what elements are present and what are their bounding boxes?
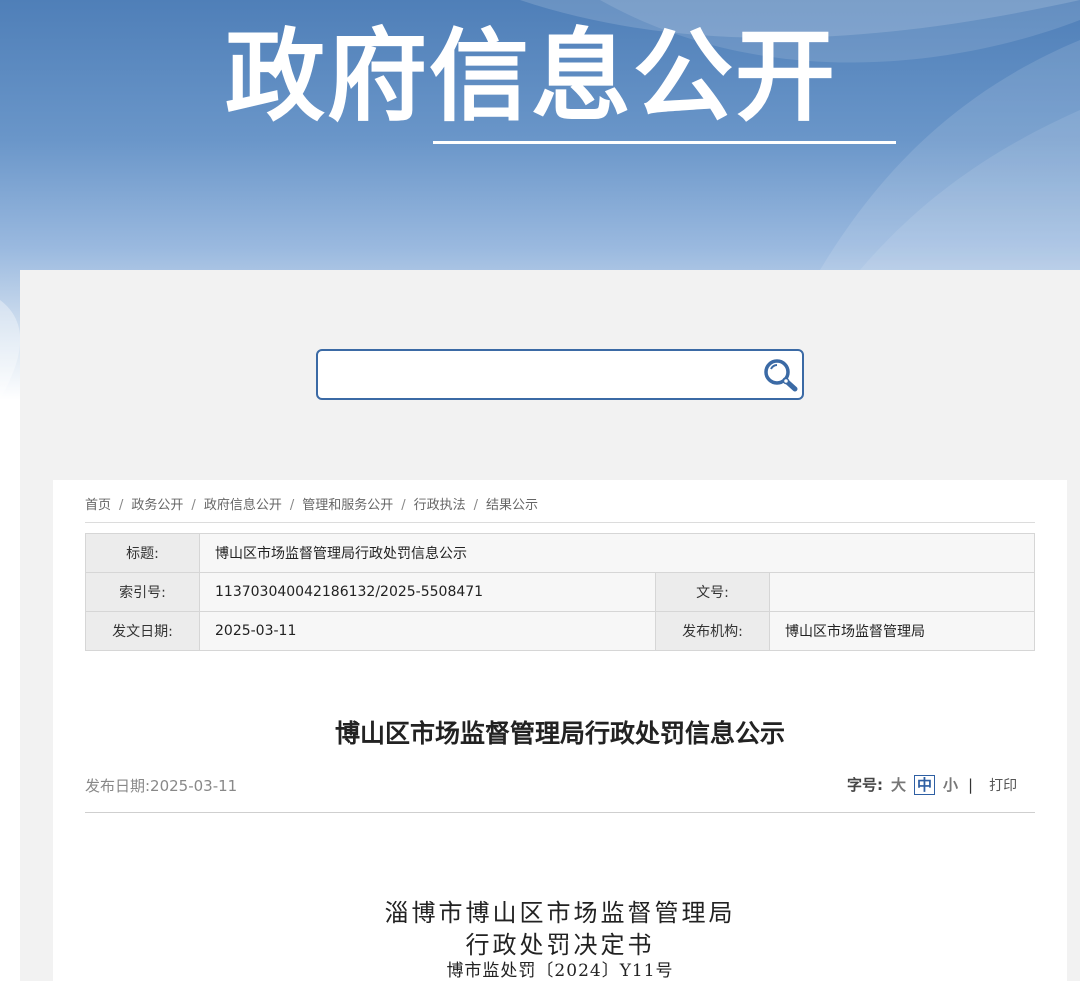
breadcrumb-separator: /: [119, 498, 124, 513]
document-heading-type: 行政处罚决定书: [465, 931, 655, 959]
breadcrumb-separator: /: [289, 498, 295, 513]
breadcrumb-separator: /: [401, 498, 406, 513]
meta-title-value: 博山区市场监督管理局行政处罚信息公示: [199, 533, 1035, 573]
meta-index-value: 113703040042186132/2025-5508471: [199, 572, 656, 612]
print-button[interactable]: 打印: [989, 775, 1017, 795]
breadcrumb-item-government-affairs[interactable]: 政务公开: [131, 494, 183, 513]
document-meta-table: 标题: 博山区市场监督管理局行政处罚信息公示 索引号: 113703040042…: [85, 533, 1035, 651]
breadcrumb: 首页 / 政务公开 / 政府信息公开 / 管理和服务公开 / 行政执法 / 结果公示: [85, 494, 538, 514]
meta-index-label: 索引号:: [85, 572, 200, 612]
meta-date-value: 2025-03-11: [199, 611, 656, 651]
breadcrumb-separator: /: [191, 498, 196, 513]
article-divider: [85, 812, 1035, 813]
breadcrumb-divider: [85, 522, 1035, 523]
meta-row-date: 发文日期: 2025-03-11 发布机构: 博山区市场监督管理局: [85, 611, 1035, 651]
breadcrumb-item-law-enforcement[interactable]: 行政执法: [414, 494, 466, 513]
breadcrumb-item-home[interactable]: 首页: [85, 494, 111, 513]
banner-underline: [433, 141, 896, 144]
meta-row-index: 索引号: 113703040042186132/2025-5508471 文号:: [85, 572, 1035, 612]
publish-date: 发布日期:2025-03-11: [85, 777, 238, 795]
font-size-control: 字号: 大 中 小 | 打印: [847, 774, 1017, 795]
search-box: [316, 349, 804, 400]
meta-date-label: 发文日期:: [85, 611, 200, 651]
font-size-large-button[interactable]: 大: [891, 774, 906, 795]
document-number: 博市监处罚〔2024〕Y11号: [446, 961, 674, 981]
font-size-small-button[interactable]: 小: [943, 774, 958, 795]
font-size-label: 字号:: [847, 776, 883, 794]
meta-org-label: 发布机构:: [655, 611, 770, 651]
meta-title-label: 标题:: [85, 533, 200, 573]
article-title: 博山区市场监督管理局行政处罚信息公示: [334, 719, 785, 748]
breadcrumb-separator: /: [473, 498, 479, 513]
breadcrumb-item-info-disclosure[interactable]: 政府信息公开: [204, 494, 282, 513]
meta-docno-label: 文号:: [655, 572, 770, 612]
font-size-medium-button[interactable]: 中: [914, 774, 936, 795]
document-heading-agency: 淄博市博山区市场监督管理局: [384, 899, 736, 927]
breadcrumb-item-results[interactable]: 结果公示: [486, 494, 538, 513]
font-control-divider: |: [968, 775, 974, 794]
banner-title: 政府信息公开: [225, 18, 837, 135]
meta-row-title: 标题: 博山区市场监督管理局行政处罚信息公示: [85, 533, 1035, 573]
search-icon[interactable]: [762, 357, 800, 393]
meta-docno-value: [769, 572, 1035, 612]
meta-org-value: 博山区市场监督管理局: [769, 611, 1035, 651]
breadcrumb-item-management-services[interactable]: 管理和服务公开: [302, 494, 393, 513]
search-input[interactable]: [328, 359, 748, 390]
